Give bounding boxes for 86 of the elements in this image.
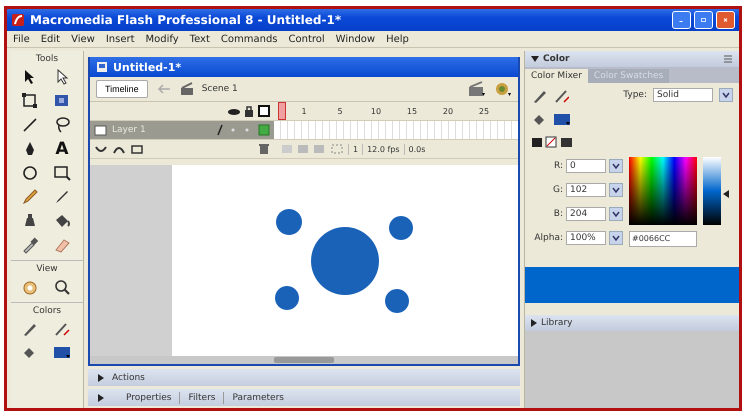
frame-number: 15 <box>406 106 418 116</box>
menu-item[interactable]: Commands <box>220 34 278 44</box>
text-tool[interactable]: A <box>53 140 71 158</box>
document-title: Untitled-1* <box>113 60 182 74</box>
expand-icon[interactable] <box>98 394 104 402</box>
bucket-icon[interactable] <box>53 212 71 230</box>
stage[interactable] <box>172 165 518 356</box>
slider-pointer[interactable] <box>723 190 729 198</box>
expand-icon[interactable] <box>98 374 104 382</box>
menu-item[interactable]: Modify <box>146 34 179 44</box>
value-field[interactable]: 204 <box>566 206 606 221</box>
add-folder-icon[interactable] <box>130 143 144 155</box>
value-field[interactable]: 102 <box>566 183 606 198</box>
menu-item[interactable]: File <box>13 34 30 44</box>
panel-header[interactable]: Actions <box>88 369 520 386</box>
field-label: Alpha: <box>533 232 563 243</box>
square-icon[interactable] <box>21 92 39 110</box>
document-icon <box>96 61 108 73</box>
brush-icon[interactable] <box>53 188 71 206</box>
expand-icon[interactable] <box>531 319 537 327</box>
current-frame: 1 <box>348 144 362 154</box>
close-button[interactable] <box>716 11 735 29</box>
outline-icon[interactable] <box>258 105 270 117</box>
edit-symbols-icon[interactable] <box>494 81 512 97</box>
type-dropdown[interactable]: Solid <box>653 88 713 102</box>
panel-tab[interactable]: Filters <box>188 392 216 402</box>
elapsed-time: 0.0s <box>404 144 430 154</box>
eye-icon[interactable] <box>228 106 240 116</box>
trash-icon[interactable] <box>258 143 270 155</box>
field-label: G: <box>552 185 563 196</box>
hex-field[interactable]: #0066CC <box>629 231 697 247</box>
panel-header[interactable]: Properties Filters Parameters <box>88 389 520 406</box>
frame-number: 10 <box>370 106 382 116</box>
minimize-button[interactable] <box>672 11 691 29</box>
timeline-button[interactable]: Timeline <box>96 80 148 98</box>
menu-item[interactable]: Help <box>386 34 409 44</box>
tab[interactable]: Color Mixer <box>525 69 588 83</box>
layer-icon <box>94 124 108 136</box>
restore-icon[interactable] <box>701 15 706 25</box>
fill-swatch-icon[interactable] <box>553 111 573 127</box>
field-label: R: <box>552 161 563 172</box>
frame-number: 1 <box>300 106 308 116</box>
edit-scene-icon[interactable] <box>468 81 486 97</box>
line-icon[interactable] <box>21 116 39 134</box>
scroll-thumb[interactable] <box>274 357 334 363</box>
menu-item[interactable]: Text <box>190 34 210 44</box>
field-label: B: <box>552 208 563 219</box>
panel-title: Actions <box>112 372 145 382</box>
swap-colors-icons[interactable] <box>531 135 575 149</box>
panel-tab[interactable]: Parameters <box>232 392 284 402</box>
type-label: Type: <box>623 90 647 100</box>
menu-icon[interactable] <box>723 55 733 63</box>
menu-item[interactable]: Edit <box>40 34 60 44</box>
circle-icon[interactable] <box>21 164 39 182</box>
circles-drawing[interactable] <box>275 208 413 312</box>
section-label: Colors <box>32 305 62 318</box>
frame-number: 5 <box>336 106 344 116</box>
menu-item[interactable]: View <box>71 34 95 44</box>
menu-item[interactable]: Window <box>336 34 376 44</box>
section-label: View <box>36 263 58 276</box>
value-field[interactable]: 100% <box>566 230 606 245</box>
menu-item[interactable]: Control <box>288 34 325 44</box>
collapse-icon[interactable] <box>531 56 539 62</box>
panel-tab[interactable]: Properties <box>126 392 172 402</box>
window-title: Macromedia Flash Professional 8 - Untitled-1* <box>30 13 342 27</box>
zoom-icon[interactable] <box>53 278 71 296</box>
value-field[interactable]: 0 <box>566 159 606 174</box>
eyedropper-icon[interactable] <box>21 236 39 254</box>
restore-button[interactable] <box>694 11 713 29</box>
frame-rate: 12.0 fps <box>362 144 404 154</box>
app-icon <box>11 13 25 27</box>
panel-title: Library <box>541 318 572 328</box>
frame-number: 20 <box>442 106 454 116</box>
clapper-icon <box>180 82 194 96</box>
panel-header[interactable]: Library <box>525 315 739 331</box>
panel-header[interactable]: Color <box>525 51 739 67</box>
lock-icon[interactable] <box>244 105 254 117</box>
frame-number: 25 <box>478 106 490 116</box>
menu-item[interactable]: Insert <box>106 34 135 44</box>
layer-color-icon[interactable] <box>258 124 270 136</box>
playhead[interactable] <box>278 102 286 120</box>
color-spectrum[interactable] <box>629 157 697 225</box>
rectangle-icon[interactable] <box>53 164 71 182</box>
panel-title: Tools <box>36 53 58 66</box>
scene-label[interactable]: Scene 1 <box>202 84 238 94</box>
panel-title: Color <box>543 54 570 64</box>
